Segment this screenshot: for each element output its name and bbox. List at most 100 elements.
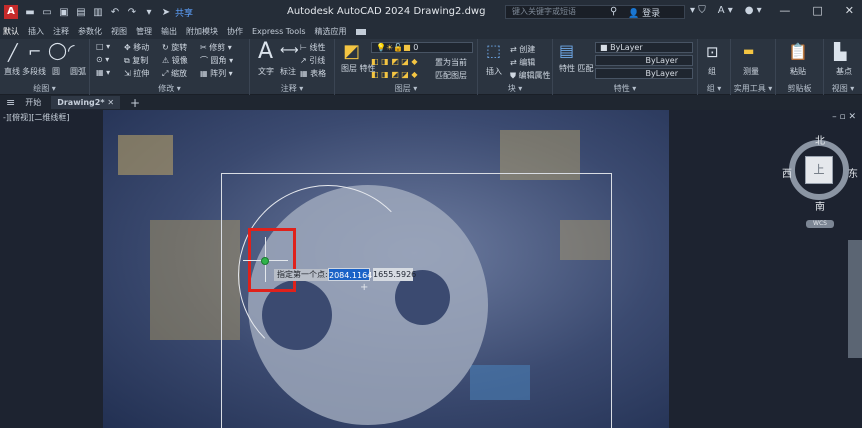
search-icon[interactable]: ⚲ xyxy=(610,6,617,17)
close-button[interactable]: ✕ xyxy=(845,4,854,17)
tab-view[interactable]: 视图 xyxy=(111,26,127,37)
circle-button[interactable]: 圆 xyxy=(52,66,60,77)
sign-in-button[interactable]: 👤 登录 xyxy=(628,6,660,19)
layer-tools-row[interactable]: ◧ ◨ ◩ ◪ ◆ xyxy=(371,57,418,66)
panel-properties-title[interactable]: 特性 ▾ xyxy=(553,83,697,94)
navigation-bar[interactable] xyxy=(848,240,862,358)
wcs-menu[interactable]: WCS xyxy=(806,220,834,228)
save-icon[interactable]: ▣ xyxy=(58,7,70,18)
match-properties-button[interactable]: 特性 匹配 xyxy=(559,63,594,74)
drawing-viewport[interactable]: -][俯视][二维线框] – ▫ ✕ 指定第一个点: 2084.1164 165… xyxy=(0,110,862,428)
minimize-button[interactable]: — xyxy=(779,4,790,17)
paste-icon[interactable]: 📋 xyxy=(788,42,808,61)
tab-addins[interactable]: 附加模块 xyxy=(186,26,218,37)
layer-dropdown[interactable]: 💡☀🔓■ 0 xyxy=(371,42,473,53)
rect-dropdown-icon[interactable]: □ ▾ xyxy=(96,42,110,51)
hatch-dropdown-icon[interactable]: ⊙ ▾ xyxy=(96,55,109,64)
tab-express-tools[interactable]: Express Tools xyxy=(252,27,306,36)
polyline-button[interactable]: 多段线 xyxy=(22,66,46,77)
mirror-button[interactable]: ⚠ 镜像 xyxy=(162,55,188,66)
tab-home[interactable]: 默认 xyxy=(3,26,19,37)
maximize-button[interactable]: □ xyxy=(812,4,822,17)
dropdown-arrow-icon[interactable]: ▾ xyxy=(143,7,155,18)
base-view-icon[interactable]: ▙ xyxy=(834,42,846,61)
help-icon[interactable]: ● ▾ xyxy=(745,5,762,16)
line-icon[interactable]: ╱ xyxy=(8,43,18,62)
group-icon[interactable]: ⊡ xyxy=(706,43,719,61)
edit-attribute-button[interactable]: ⛊ 编辑属性 xyxy=(510,70,551,81)
measure-icon[interactable]: ▬ xyxy=(743,44,754,58)
polyline-icon[interactable]: ⌐ xyxy=(28,42,41,61)
coordinate-x-input[interactable]: 2084.1164 xyxy=(328,268,372,281)
linetype-dropdown[interactable]: ByLayer xyxy=(595,55,693,66)
make-current-button[interactable]: 置为当前 xyxy=(435,57,467,68)
undo-icon[interactable]: ↶ xyxy=(109,7,121,18)
panel-draw-title[interactable]: 绘图 ▾ xyxy=(0,83,89,94)
coordinate-y-input[interactable]: 1655.5926 xyxy=(373,268,416,281)
insert-button[interactable]: 插入 xyxy=(486,66,502,77)
layer-properties-icon[interactable]: ◩ xyxy=(343,41,360,62)
leader-button[interactable]: ↗ 引线 xyxy=(300,55,325,66)
compass-south[interactable]: 南 xyxy=(815,198,825,213)
tab-output[interactable]: 输出 xyxy=(161,26,177,37)
arc-button[interactable]: 圆弧 xyxy=(70,66,86,77)
array-button[interactable]: ▦ 阵列 ▾ xyxy=(200,68,233,79)
group-button[interactable]: 组 xyxy=(708,66,716,77)
ribbon-minimize-icon[interactable] xyxy=(355,28,366,35)
color-dropdown[interactable]: ■ ByLayer xyxy=(595,42,693,53)
linear-button[interactable]: ⊢ 线性 xyxy=(300,42,326,53)
compass-west[interactable]: 西 xyxy=(782,165,792,180)
tab-parametric[interactable]: 参数化 xyxy=(78,26,102,37)
panel-view-title[interactable]: 视图 ▾ xyxy=(824,83,862,94)
fillet-button[interactable]: ⌒ 圆角 ▾ xyxy=(200,55,233,66)
save-as-icon[interactable]: ▤ xyxy=(75,7,87,18)
move-button[interactable]: ✥ 移动 xyxy=(124,42,149,53)
text-button[interactable]: 文字 xyxy=(258,66,274,77)
edit-block-button[interactable]: ⇄ 编辑 xyxy=(510,57,535,68)
panel-groups-title[interactable]: 组 ▾ xyxy=(698,83,730,94)
plot-icon[interactable]: ▥ xyxy=(92,7,104,18)
paste-button[interactable]: 粘贴 xyxy=(790,66,806,77)
autodesk-app-icon[interactable]: A ▾ xyxy=(718,5,733,16)
compass-east[interactable]: 东 xyxy=(848,165,858,180)
base-button[interactable]: 基点 xyxy=(836,66,852,77)
menu-icon[interactable]: ≡ xyxy=(6,96,15,109)
create-block-button[interactable]: ⇄ 创建 xyxy=(510,44,535,55)
compass-north[interactable]: 北 xyxy=(815,132,825,147)
tab-collaborate[interactable]: 协作 xyxy=(227,26,243,37)
tab-annotate[interactable]: 注释 xyxy=(53,26,69,37)
share-icon[interactable]: ➤ xyxy=(160,7,172,18)
tab-manage[interactable]: 管理 xyxy=(136,26,152,37)
trim-button[interactable]: ✂ 修剪 ▾ xyxy=(200,42,232,53)
text-icon[interactable]: A xyxy=(258,39,273,64)
tab-insert[interactable]: 插入 xyxy=(28,26,44,37)
match-layer-button[interactable]: 匹配图层 xyxy=(435,70,467,81)
copy-button[interactable]: ⧉ 复制 xyxy=(124,55,148,66)
circle-icon[interactable]: ◯ xyxy=(48,41,67,61)
panel-modify-title[interactable]: 修改 ▾ xyxy=(90,83,249,94)
panel-clipboard-title[interactable]: 剪贴板 xyxy=(776,83,823,94)
match-properties-icon[interactable]: ▤ xyxy=(559,41,574,60)
viewport-label[interactable]: -][俯视][二维线框] xyxy=(3,112,70,123)
viewport-controls[interactable]: – ▫ ✕ xyxy=(832,112,856,122)
tab-close-icon[interactable]: ✕ xyxy=(107,98,114,107)
cart-icon[interactable]: ▾ ⛉ xyxy=(690,5,706,16)
share-label[interactable]: 共享 xyxy=(175,6,193,19)
new-file-icon[interactable]: ▬ xyxy=(24,7,36,18)
panel-annotation-title[interactable]: 注释 ▾ xyxy=(250,83,334,94)
panel-utilities-title[interactable]: 实用工具 ▾ xyxy=(731,83,775,94)
stretch-button[interactable]: ⇲ 拉伸 xyxy=(124,68,149,79)
insert-block-icon[interactable]: ⬚ xyxy=(486,41,501,60)
arc-icon[interactable]: ◜ xyxy=(68,41,75,61)
rotate-button[interactable]: ↻ 旋转 xyxy=(162,42,187,53)
open-file-icon[interactable]: ▭ xyxy=(41,7,53,18)
table-dropdown-icon[interactable]: ▦ ▾ xyxy=(96,68,110,77)
measure-button[interactable]: 测量 xyxy=(743,66,759,77)
panel-block-title[interactable]: 块 ▾ xyxy=(478,83,552,94)
tab-start[interactable]: 开始 xyxy=(25,97,41,108)
autocad-logo[interactable]: A xyxy=(4,5,18,19)
redo-icon[interactable]: ↷ xyxy=(126,7,138,18)
scale-button[interactable]: ⤢ 缩放 xyxy=(162,68,187,79)
new-tab-button[interactable]: + xyxy=(130,96,140,110)
dimension-icon[interactable]: ⟷ xyxy=(280,43,299,58)
